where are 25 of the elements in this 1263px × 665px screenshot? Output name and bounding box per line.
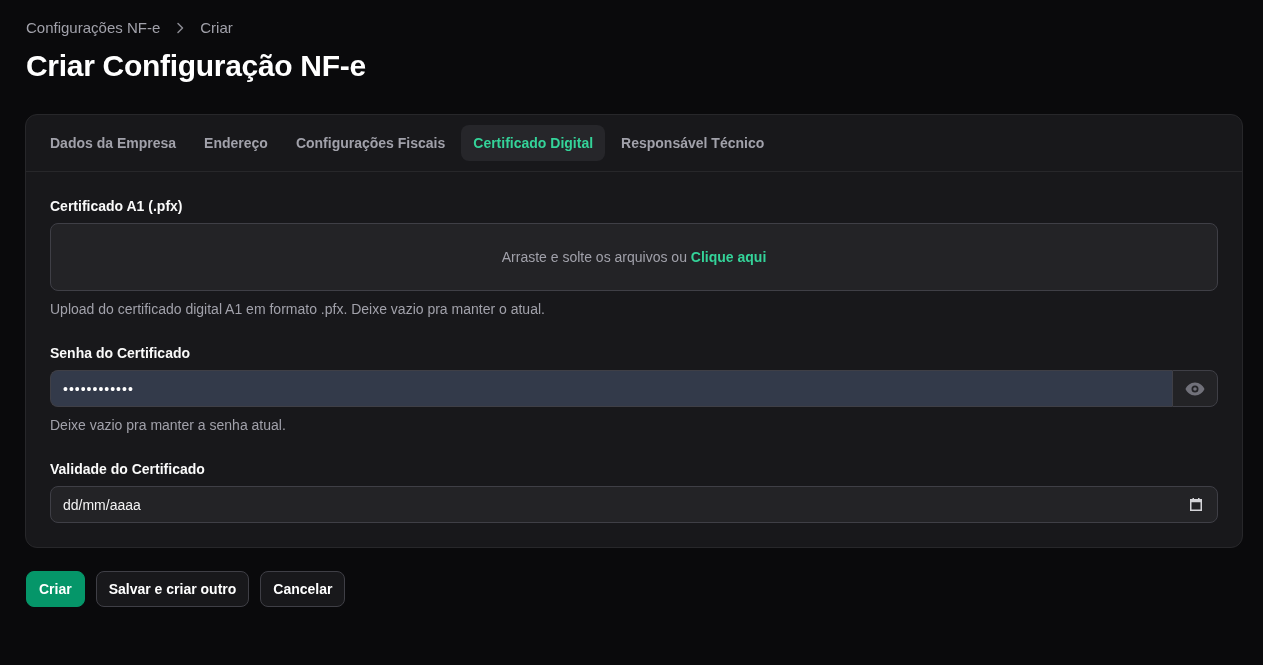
- field-hint: Deixe vazio pra manter a senha atual.: [50, 416, 286, 435]
- password-field[interactable]: ••••••••••••: [50, 370, 1172, 407]
- tab[interactable]: Certificado Digital: [461, 125, 606, 161]
- field-label: Senha do Certificado: [50, 344, 191, 363]
- breadcrumb-current: Criar: [200, 18, 233, 38]
- tab[interactable]: Responsável Técnico: [609, 125, 777, 161]
- eye-icon: [1185, 381, 1205, 396]
- action-button[interactable]: Cancelar: [260, 571, 346, 607]
- field-label: Certificado A1 (.pfx): [50, 197, 183, 216]
- action-button[interactable]: Salvar e criar outro: [95, 571, 250, 607]
- dropzone-text: Arraste e solte os arquivos ou Clique aqui: [501, 248, 767, 267]
- date-field[interactable]: dd/mm/aaaa: [50, 486, 1218, 523]
- breadcrumb-link[interactable]: Configurações NF-e: [26, 18, 161, 38]
- field-hint: Upload do certificado digital A1 em formato .pfx. Deixe vazio pra manter o atual.: [50, 300, 545, 319]
- field-label: Validade do Certificado: [50, 460, 205, 479]
- tab[interactable]: Configurações Fiscais: [283, 125, 458, 161]
- tab[interactable]: Endereço: [192, 125, 280, 161]
- create-button[interactable]: Criar: [26, 571, 85, 607]
- file-dropzone[interactable]: Arraste e solte os arquivos ou Clique aqui: [50, 223, 1218, 291]
- page-title: Criar Configuração NF-e: [26, 48, 367, 84]
- calendar-icon[interactable]: [1190, 498, 1202, 511]
- tab[interactable]: Dados da Empresa: [38, 125, 189, 161]
- click-here-link[interactable]: Clique aqui: [690, 249, 767, 265]
- chevron-right-icon: [176, 22, 185, 34]
- show-password-button[interactable]: [1172, 370, 1218, 407]
